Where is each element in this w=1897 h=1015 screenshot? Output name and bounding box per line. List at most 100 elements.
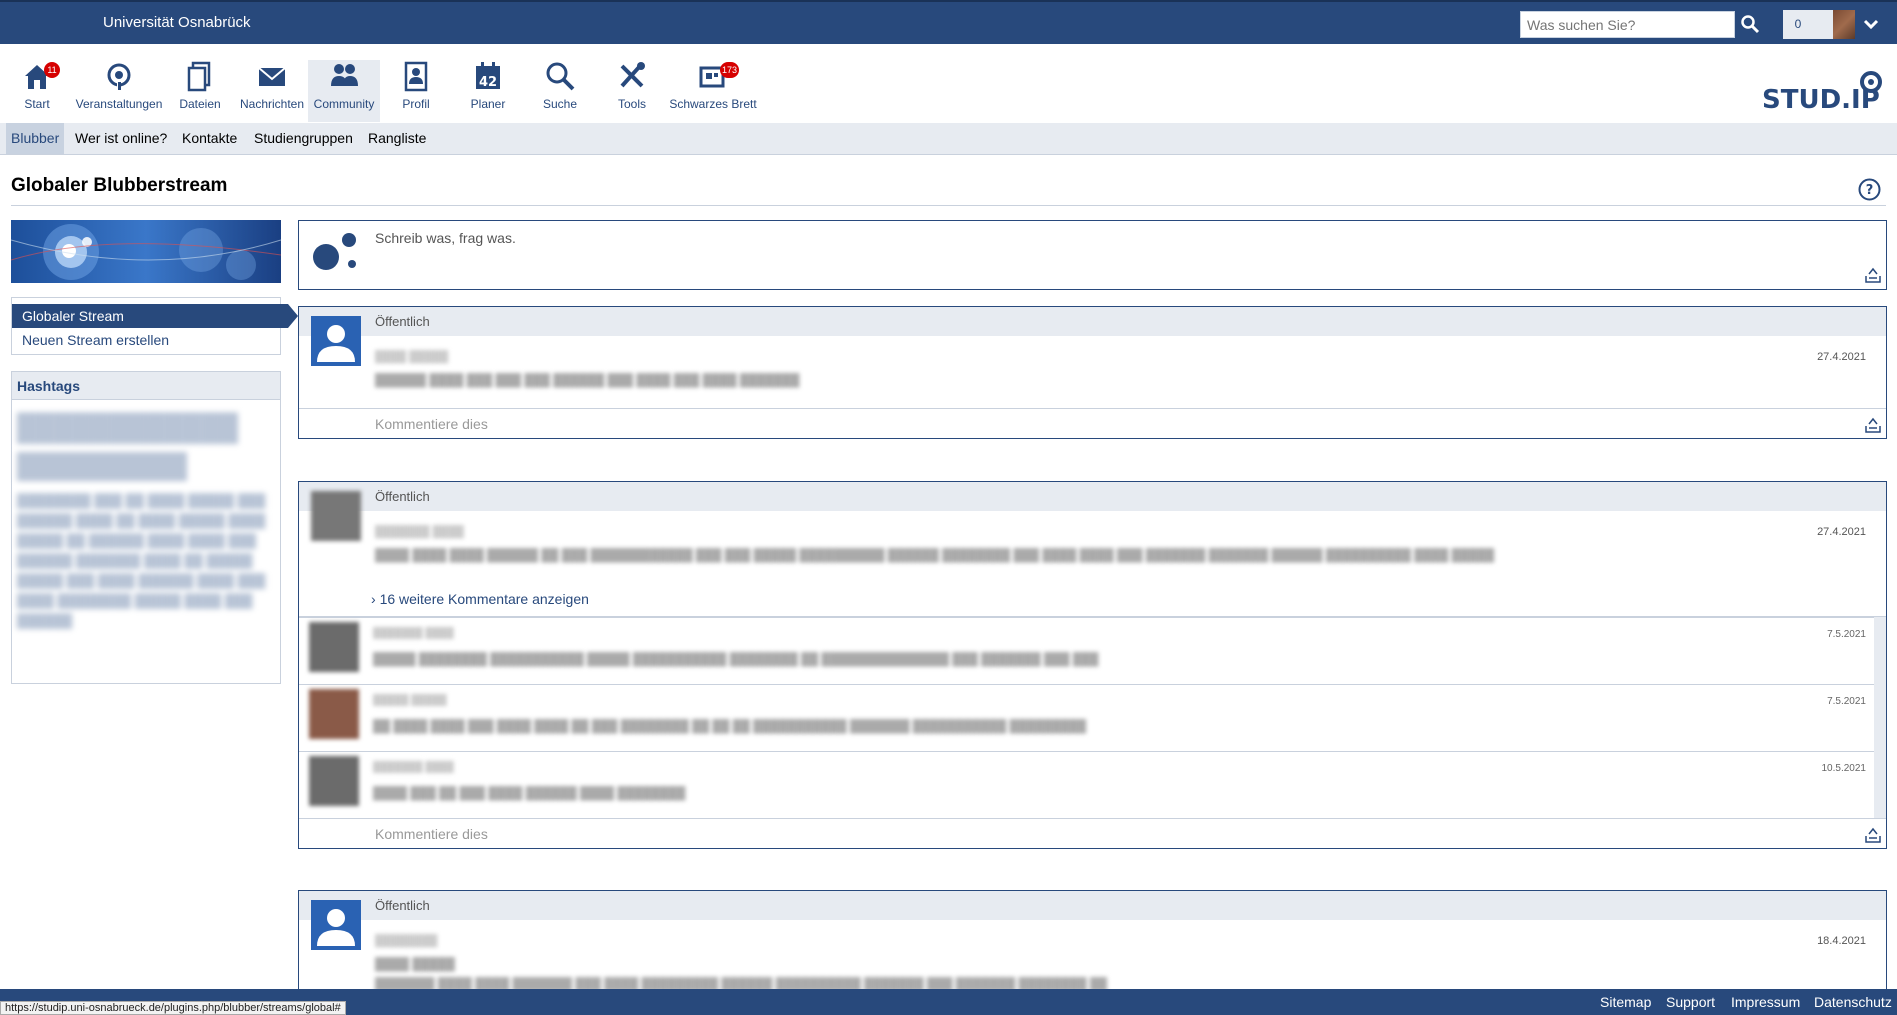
community-icon	[331, 64, 358, 86]
more-comments-link[interactable]: › 16 weitere Kommentare anzeigen	[371, 591, 589, 607]
nav-label: Schwarzes Brett	[669, 97, 757, 111]
user-avatar[interactable]	[1833, 10, 1855, 39]
comment-input[interactable]: Kommentiere dies	[299, 408, 1886, 438]
university-name[interactable]: Universität Osnabrück	[103, 14, 251, 31]
chevron-right-icon: ›	[371, 591, 376, 607]
sidebar-item-global-stream[interactable]: Globaler Stream	[12, 304, 298, 328]
post-author[interactable]: ████████	[375, 935, 437, 947]
chevron-down-icon[interactable]	[1862, 15, 1880, 33]
user-avatar[interactable]	[309, 622, 359, 672]
nav-planer[interactable]: 42 Planer	[466, 60, 510, 122]
calendar-day: 42	[479, 75, 497, 90]
search-icon[interactable]	[1740, 13, 1760, 35]
subnav-studiengruppen[interactable]: Studiengruppen	[254, 130, 353, 146]
user-avatar[interactable]	[309, 756, 359, 806]
subnav-online[interactable]: Wer ist online?	[75, 130, 167, 146]
blubber-logo-icon	[313, 233, 356, 270]
comment-placeholder: Kommentiere dies	[375, 826, 488, 842]
notification-counter[interactable]: 0	[1783, 10, 1833, 39]
studip-logo[interactable]: STUD.IP	[1760, 68, 1885, 116]
blubber-post: Öffentlich ████████ 18.4.2021 ████ █████…	[298, 890, 1887, 991]
seminar-icon	[107, 63, 131, 90]
comment-text: ████ ███ ██ ███ ████ ██████ ████ ███████…	[373, 786, 686, 800]
default-avatar[interactable]	[311, 316, 361, 366]
upload-icon[interactable]	[1864, 267, 1882, 283]
nav-label: Suche	[542, 97, 578, 111]
main-navigation: 11 Start Veranstaltungen Dateien Nachric…	[0, 44, 1897, 122]
help-icon[interactable]: ?	[1858, 178, 1881, 201]
comment-author[interactable]: ███████ ████	[373, 762, 454, 773]
user-avatar[interactable]	[309, 689, 359, 739]
footer-impressum[interactable]: Impressum	[1731, 994, 1800, 1010]
post-visibility: Öffentlich	[299, 891, 1886, 920]
comment-text: ██ ████ ████ ███ ████ ████ ██ ███ ██████…	[373, 719, 1087, 733]
nav-label: Tools	[617, 97, 646, 111]
start-badge: 11	[44, 62, 60, 78]
comment-date: 7.5.2021	[1827, 629, 1866, 640]
mail-icon	[258, 67, 286, 86]
files-icon	[187, 61, 211, 92]
footer-support[interactable]: Support	[1666, 994, 1715, 1010]
blubber-composer[interactable]: Schreib was, frag was.	[298, 220, 1887, 290]
comment-author[interactable]: ███████ ████	[373, 628, 454, 639]
nav-label: Planer	[470, 97, 506, 111]
nav-tools[interactable]: Tools	[611, 60, 653, 122]
comments-list[interactable]: ███████ ████ █████ ████████ ███████████ …	[299, 616, 1886, 818]
subnav-rangliste[interactable]: Rangliste	[368, 130, 426, 146]
tools-icon	[620, 62, 645, 88]
nav-label: Community	[313, 97, 375, 111]
nav-label: Start	[24, 97, 50, 111]
post-text: ██████ ████ ███ ███ ███ ██████ ███ ████ …	[375, 373, 800, 387]
subnav-kontakte[interactable]: Kontakte	[182, 130, 237, 146]
blubber-post: Öffentlich ███████ ████ 27.4.2021 ████ █…	[298, 481, 1887, 849]
nav-label: Dateien	[179, 97, 221, 111]
profile-icon	[404, 61, 428, 92]
nav-profil[interactable]: Profil	[395, 60, 437, 122]
footer-datenschutz[interactable]: Datenschutz	[1814, 994, 1892, 1010]
post-author[interactable]: ████ █████	[375, 351, 448, 363]
footer-sitemap[interactable]: Sitemap	[1600, 994, 1651, 1010]
calendar-icon: 42	[476, 62, 500, 90]
post-date: 27.4.2021	[1817, 526, 1866, 538]
comment-date: 7.5.2021	[1827, 696, 1866, 707]
upload-icon[interactable]	[1864, 827, 1882, 843]
nav-dateien[interactable]: Dateien	[178, 60, 222, 122]
user-avatar[interactable]	[311, 491, 361, 541]
comment-input[interactable]: Kommentiere dies	[299, 818, 1886, 848]
subnav-blubber[interactable]: Blubber	[6, 123, 65, 154]
browser-status-url: https://studip.uni-osnabrueck.de/plugins…	[0, 1001, 346, 1015]
comment: ███████ ████ █████ ████████ ███████████ …	[299, 617, 1874, 684]
default-avatar[interactable]	[311, 900, 361, 950]
nav-nachrichten[interactable]: Nachrichten	[240, 60, 304, 122]
comment-text: █████ ████████ ███████████ █████ ███████…	[373, 652, 1099, 666]
upload-icon[interactable]	[1864, 417, 1882, 433]
nav-label: Profil	[402, 97, 430, 111]
more-comments-label: 16 weitere Kommentare anzeigen	[379, 591, 589, 607]
composer-placeholder[interactable]: Schreib was, frag was.	[375, 230, 516, 246]
nav-label: Veranstaltungen	[75, 97, 163, 111]
top-bar: Universität Osnabrück 0	[0, 0, 1897, 44]
hashtags-title: Hashtags	[12, 372, 280, 400]
comment-placeholder: Kommentiere dies	[375, 416, 488, 432]
nav-label: Nachrichten	[240, 97, 305, 111]
search-icon	[546, 62, 575, 91]
post-author[interactable]: ███████ ████	[375, 526, 464, 538]
nav-schwarzes-brett[interactable]: 173 Schwarzes Brett	[668, 60, 758, 122]
svg-text:?: ?	[1866, 183, 1874, 198]
post-date: 27.4.2021	[1817, 351, 1866, 363]
comment-author[interactable]: █████ █████	[373, 695, 447, 706]
page-title: Globaler Blubberstream	[11, 175, 228, 196]
nav-start[interactable]: 11 Start	[17, 60, 60, 122]
post-text: ████ █████	[375, 957, 455, 971]
search-input[interactable]	[1520, 11, 1735, 38]
comments-scrollbar[interactable]	[1874, 617, 1886, 818]
title-divider	[11, 205, 1886, 206]
nav-veranstaltungen[interactable]: Veranstaltungen	[75, 60, 163, 122]
post-text: ████ ████ ████ ██████ ██ ███ ███████████…	[375, 548, 1495, 562]
nav-suche[interactable]: Suche	[538, 60, 582, 122]
hashtags-widget: Hashtags ████████████ ██████████ ███████…	[11, 371, 281, 684]
sidebar-item-new-stream[interactable]: Neuen Stream erstellen	[22, 332, 169, 348]
nav-community[interactable]: Community	[308, 60, 380, 122]
post-date: 18.4.2021	[1817, 935, 1866, 947]
comment: █████ █████ ██ ████ ████ ███ ████ ████ █…	[299, 684, 1874, 751]
